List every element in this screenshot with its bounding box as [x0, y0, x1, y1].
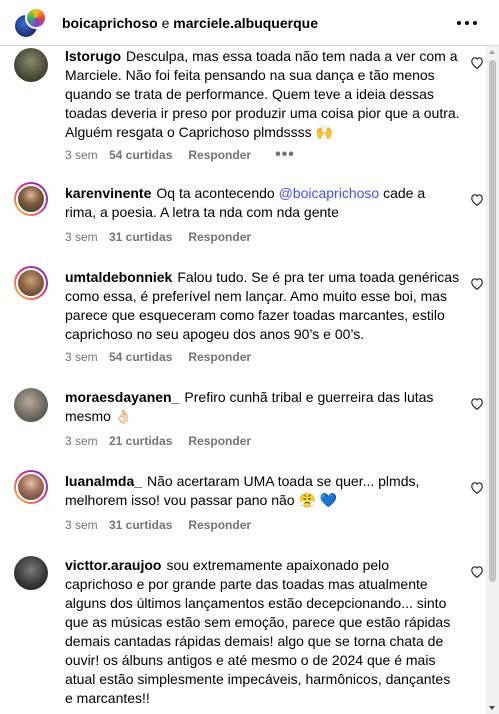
comment-text: victtor.araujoo sou extremamente apaixona…	[65, 556, 460, 708]
author-conjunction: e	[161, 15, 170, 31]
post-authors: boicaprichoso e marciele.albuquerque	[62, 15, 318, 31]
avatar[interactable]	[14, 556, 48, 590]
scrollbar[interactable]	[486, 46, 499, 714]
comment-body: Oq ta acontecendo	[156, 185, 279, 201]
comment-time: 3 sem	[65, 230, 98, 244]
heart-outline-icon[interactable]	[470, 481, 484, 494]
post-header: boicaprichoso e marciele.albuquerque	[0, 0, 499, 46]
comment-body: Desculpa, mas essa toada não tem nada a …	[65, 48, 460, 140]
comment-meta: 3 sem 54 curtidas Responder	[65, 350, 251, 364]
comment-text: moraesdayanen_ Prefiro cunhã tribal e gue…	[65, 388, 460, 426]
comment-likes[interactable]: 54 curtidas	[109, 148, 172, 162]
reply-button[interactable]: Responder	[188, 230, 251, 244]
comment-username[interactable]: umtaldebonniek	[65, 269, 172, 285]
collab-avatars[interactable]	[13, 7, 47, 41]
comment-username[interactable]: luanalmda_	[65, 473, 142, 489]
heart-outline-icon[interactable]	[470, 565, 484, 578]
comment-text: lstorugo Desculpa, mas essa toada não tem…	[65, 47, 460, 142]
comment-username[interactable]: lstorugo	[65, 48, 121, 64]
comment-time: 3 sem	[65, 350, 98, 364]
comment-username[interactable]: moraesdayanen_	[65, 389, 179, 405]
author-link-1[interactable]: boicaprichoso	[62, 15, 158, 31]
scrollbar-thumb[interactable]	[489, 60, 496, 582]
avatar[interactable]	[14, 48, 48, 82]
heart-outline-icon[interactable]	[470, 397, 484, 410]
avatar-marciele	[25, 7, 47, 29]
heart-outline-icon[interactable]	[470, 193, 484, 206]
comment-likes[interactable]: 31 curtidas	[109, 230, 172, 244]
comment-meta: 3 sem 31 curtidas Responder	[65, 230, 251, 244]
avatar[interactable]	[14, 182, 48, 216]
comment-likes[interactable]: 54 curtidas	[109, 350, 172, 364]
comment-username[interactable]: victtor.araujoo	[65, 557, 161, 573]
comment-meta: 3 sem 31 curtidas Responder	[65, 518, 251, 532]
comment-meta: 3 sem 54 curtidas Responder •••	[65, 146, 295, 164]
comment-text: karenvinente Oq ta acontecendo @boicapric…	[65, 184, 460, 222]
comment-options-icon[interactable]: •••	[275, 146, 295, 164]
comment-likes[interactable]: 31 curtidas	[109, 518, 172, 532]
mention-link[interactable]: @boicaprichoso	[279, 185, 380, 201]
comment-time: 3 sem	[65, 434, 98, 448]
heart-outline-icon[interactable]	[470, 277, 484, 290]
avatar[interactable]	[14, 266, 48, 300]
comment-meta: 3 sem 21 curtidas Responder	[65, 434, 251, 448]
comment-likes[interactable]: 21 curtidas	[109, 434, 172, 448]
reply-button[interactable]: Responder	[188, 350, 251, 364]
comment-text: luanalmda_ Não acertaram UMA toada se que…	[65, 472, 460, 510]
scroll-up-arrow-icon[interactable]	[489, 50, 495, 54]
author-link-2[interactable]: marciele.albuquerque	[173, 15, 318, 31]
comment-time: 3 sem	[65, 518, 98, 532]
comment-time: 3 sem	[65, 148, 98, 162]
avatar[interactable]	[14, 470, 48, 504]
reply-button[interactable]: Responder	[188, 434, 251, 448]
avatar[interactable]	[14, 388, 48, 422]
scroll-down-arrow-icon[interactable]	[489, 706, 495, 710]
comment-text: umtaldebonniek Falou tudo. Se é pra ter u…	[65, 268, 460, 344]
more-horizontal-icon[interactable]	[457, 14, 477, 32]
comment-username[interactable]: karenvinente	[65, 185, 151, 201]
reply-button[interactable]: Responder	[188, 148, 251, 162]
heart-outline-icon[interactable]	[470, 56, 484, 69]
comments-list[interactable]: lstorugo Desculpa, mas essa toada não tem…	[0, 46, 486, 714]
comment-body: sou extremamente apaixonado pelo caprich…	[65, 557, 451, 706]
reply-button[interactable]: Responder	[188, 518, 251, 532]
